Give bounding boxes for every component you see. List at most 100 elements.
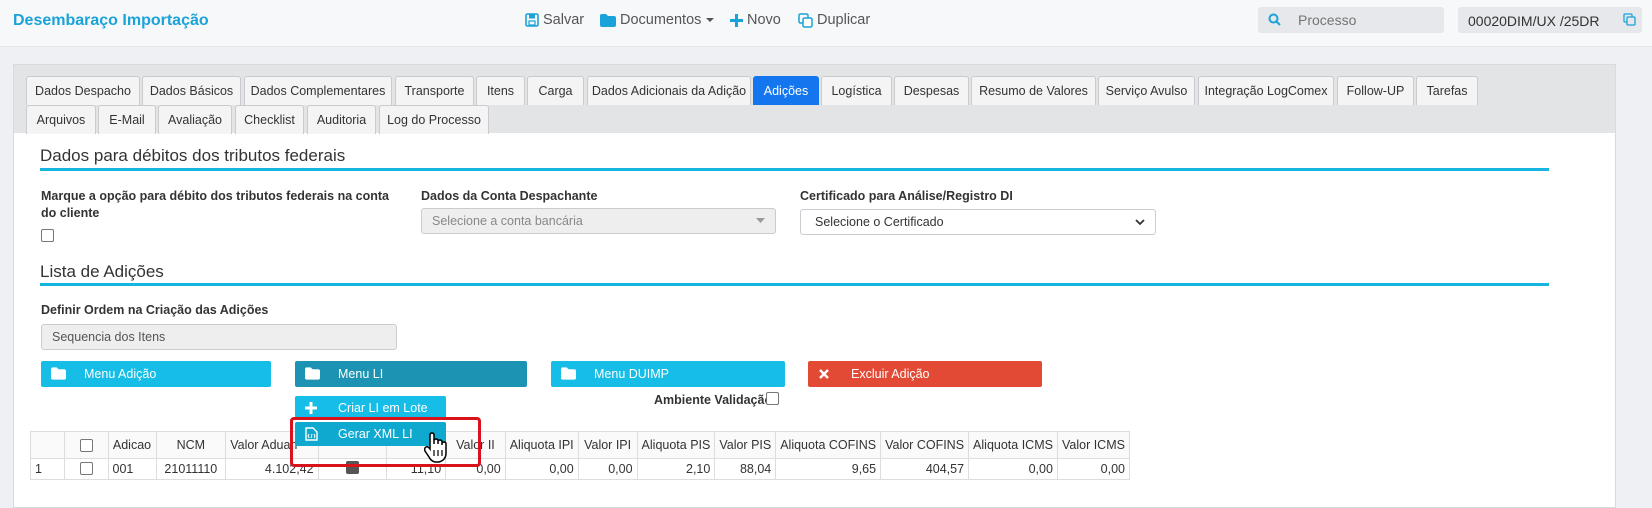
menu-adicao-button[interactable]: Menu Adição bbox=[41, 361, 271, 387]
grid-header-aliquota-ipi[interactable]: Aliquota IPI bbox=[504, 431, 579, 459]
save-icon bbox=[525, 13, 539, 27]
ordem-criacao-value: Sequencia dos Itens bbox=[52, 330, 166, 344]
grid-header-ncm[interactable]: NCM bbox=[155, 431, 227, 459]
tab-dados-despacho[interactable]: Dados Despacho bbox=[26, 76, 140, 105]
cell-aliquota-cofins: 9,65 bbox=[775, 458, 882, 480]
cell-adicao: 001 bbox=[107, 458, 157, 480]
process-number-box[interactable]: 00020DIM/UX /25DR bbox=[1458, 7, 1642, 33]
folder-icon bbox=[305, 367, 320, 380]
ambiente-validacao-checkbox[interactable] bbox=[766, 392, 779, 405]
grid-header-valor-ipi[interactable]: Valor IPI bbox=[577, 431, 638, 459]
certificado-value: Selecione o Certificado bbox=[815, 215, 944, 229]
row-number: 1 bbox=[29, 458, 66, 480]
tab-arquivos[interactable]: Arquivos bbox=[26, 105, 96, 134]
tributos-section-divider bbox=[40, 168, 1549, 171]
menu-li-label: Menu LI bbox=[338, 367, 384, 381]
main-panel: Dados Despacho Dados Básicos Dados Compl… bbox=[13, 64, 1616, 508]
tab-bar: Dados Despacho Dados Básicos Dados Compl… bbox=[14, 65, 1615, 134]
process-number: 00020DIM/UX /25DR bbox=[1468, 13, 1600, 29]
excluir-adicao-button[interactable]: Excluir Adição bbox=[808, 361, 1042, 387]
save-label: Salvar bbox=[543, 12, 585, 28]
adicoes-grid: Adicao NCM Valor Aduan Valor II Aliquota… bbox=[29, 431, 1131, 480]
tab-avaliacao[interactable]: Avaliação bbox=[158, 105, 232, 134]
tab-tarefas[interactable]: Tarefas bbox=[1416, 76, 1478, 105]
conta-despachante-value: Selecione a conta bancária bbox=[432, 214, 583, 228]
grid-header-aliquota-icms[interactable]: Aliquota ICMS bbox=[968, 431, 1058, 459]
tab-carga[interactable]: Carga bbox=[527, 76, 584, 105]
tab-checklist[interactable]: Checklist bbox=[235, 105, 304, 134]
copy-icon[interactable] bbox=[1623, 13, 1636, 26]
plus-icon bbox=[305, 402, 317, 414]
folder-icon bbox=[600, 13, 616, 27]
tab-logistica[interactable]: Logística bbox=[821, 76, 892, 105]
grid-header-aliquota-cofins[interactable]: Aliquota COFINS bbox=[775, 431, 882, 459]
row-checkbox[interactable] bbox=[79, 462, 93, 475]
row-select-cell bbox=[64, 458, 109, 480]
cell-valor-pis: 88,04 bbox=[714, 458, 777, 480]
excluir-adicao-label: Excluir Adição bbox=[851, 367, 930, 381]
debit-checkbox[interactable] bbox=[41, 229, 54, 242]
cell-valor-ipi: 0,00 bbox=[577, 458, 638, 480]
top-bar: Desembaraço Importação Salvar Documentos… bbox=[0, 0, 1652, 47]
highlight-annotation-box bbox=[290, 417, 481, 467]
grid-header-row: Adicao NCM Valor Aduan Valor II Aliquota… bbox=[29, 431, 1131, 459]
folder-icon bbox=[561, 367, 576, 380]
menu-duimp-label: Menu DUIMP bbox=[594, 367, 670, 381]
tab-integracao-logcomex[interactable]: Integração LogComex bbox=[1198, 76, 1334, 105]
tab-resumo-valores[interactable]: Resumo de Valores bbox=[971, 76, 1096, 105]
cell-valor-icms: 0,00 bbox=[1056, 458, 1131, 480]
ordem-criacao-field[interactable]: Sequencia dos Itens bbox=[41, 324, 397, 350]
grid-header-valor-pis[interactable]: Valor PIS bbox=[714, 431, 777, 459]
tab-adicoes[interactable]: Adições bbox=[753, 76, 819, 105]
ordem-criacao-label: Definir Ordem na Criação das Adições bbox=[41, 303, 269, 317]
tab-dados-adicionais-adicao[interactable]: Dados Adicionais da Adição bbox=[587, 76, 751, 105]
search-input[interactable] bbox=[1288, 7, 1438, 33]
menu-adicao-label: Menu Adição bbox=[84, 367, 157, 381]
certificado-select[interactable]: Selecione o Certificado bbox=[800, 209, 1156, 235]
select-all-checkbox[interactable] bbox=[79, 439, 93, 452]
tributos-section-title: Dados para débitos dos tributos federais bbox=[40, 146, 346, 165]
documents-label: Documentos bbox=[620, 12, 702, 28]
process-search bbox=[1258, 7, 1444, 33]
grid-header-adicao[interactable]: Adicao bbox=[107, 431, 157, 459]
menu-li-button[interactable]: Menu LI bbox=[295, 361, 527, 387]
debit-option-label: Marque a opção para débito dos tributos … bbox=[41, 189, 389, 220]
folder-icon bbox=[51, 367, 66, 380]
adicoes-section-title: Lista de Adições bbox=[40, 262, 164, 281]
chevron-down-icon bbox=[1135, 219, 1145, 226]
tab-transporte[interactable]: Transporte bbox=[395, 76, 474, 105]
tab-servico-avulso[interactable]: Serviço Avulso bbox=[1098, 76, 1195, 105]
cell-aliquota-pis: 2,10 bbox=[636, 458, 716, 480]
certificado-label: Certificado para Análise/Registro DI bbox=[800, 189, 1013, 203]
duplicate-icon bbox=[798, 12, 813, 28]
documents-menu-button[interactable]: Documentos bbox=[600, 10, 719, 30]
tab-log-processo[interactable]: Log do Processo bbox=[379, 105, 489, 134]
tab-itens[interactable]: Itens bbox=[476, 76, 525, 105]
table-row[interactable]: 1 001 21011110 4.102,42 11,10 0,00 0,00 … bbox=[29, 458, 1131, 480]
cell-valor-cofins: 404,57 bbox=[880, 458, 970, 480]
duplicate-button[interactable]: Duplicar bbox=[798, 10, 870, 30]
conta-despachante-select[interactable]: Selecione a conta bancária bbox=[421, 208, 776, 234]
cell-aliquota-icms: 0,00 bbox=[968, 458, 1058, 480]
tab-follow-up[interactable]: Follow-UP bbox=[1337, 76, 1414, 105]
app-title: Desembaraço Importação bbox=[13, 12, 209, 29]
save-button[interactable]: Salvar bbox=[525, 10, 584, 30]
menu-duimp-button[interactable]: Menu DUIMP bbox=[551, 361, 785, 387]
cell-aliquota-ipi: 0,00 bbox=[504, 458, 579, 480]
new-button[interactable]: Novo bbox=[730, 10, 781, 30]
ambiente-validacao-label: Ambiente Validação bbox=[654, 393, 773, 407]
tab-email[interactable]: E-Mail bbox=[98, 105, 156, 134]
grid-header-aliquota-pis[interactable]: Aliquota PIS bbox=[636, 431, 716, 459]
tab-dados-basicos[interactable]: Dados Básicos bbox=[142, 76, 241, 105]
criar-li-lote-label: Criar LI em Lote bbox=[338, 401, 428, 415]
grid-header-valor-icms[interactable]: Valor ICMS bbox=[1056, 431, 1131, 459]
plus-icon bbox=[730, 13, 743, 27]
caret-down-icon bbox=[756, 218, 765, 223]
cell-ncm: 21011110 bbox=[155, 458, 227, 480]
grid-header-select bbox=[64, 431, 109, 459]
tab-despesas[interactable]: Despesas bbox=[894, 76, 969, 105]
tab-dados-complementares[interactable]: Dados Complementares bbox=[244, 76, 392, 105]
tab-auditoria[interactable]: Auditoria bbox=[307, 105, 376, 134]
grid-header-valor-cofins[interactable]: Valor COFINS bbox=[880, 431, 970, 459]
new-label: Novo bbox=[747, 12, 781, 28]
